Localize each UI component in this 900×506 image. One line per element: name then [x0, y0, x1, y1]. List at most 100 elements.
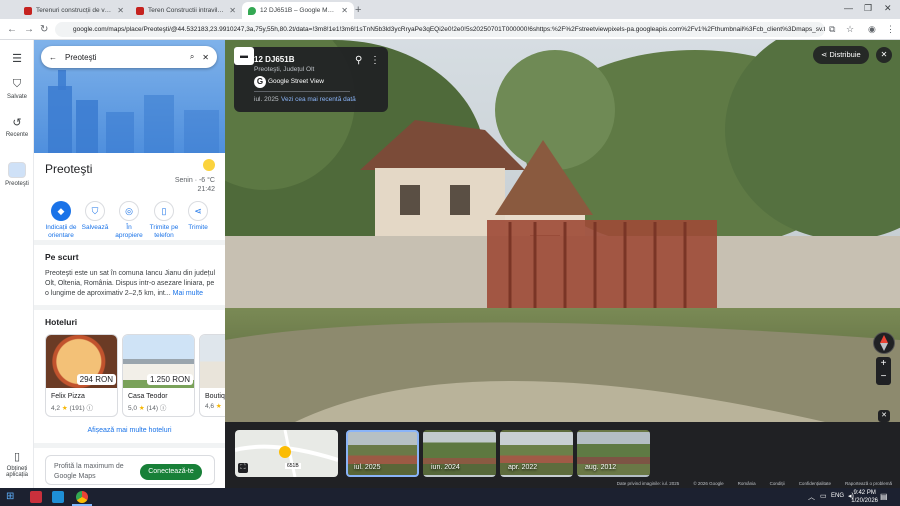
search-input[interactable]: Preoteşti: [65, 53, 182, 62]
hamburger-menu-icon[interactable]: ☰: [0, 52, 34, 68]
system-clock[interactable]: 9:42 PM 1/20/2026: [851, 489, 878, 505]
back-icon[interactable]: ←: [7, 24, 17, 35]
star-icon: ★: [138, 405, 145, 412]
provider-label: Google Street View: [268, 78, 324, 85]
rail-saved[interactable]: ⛉ Salvate: [0, 78, 34, 100]
weather-widget: Senin · -6 °C 21:42: [175, 159, 215, 194]
zoom-in-icon[interactable]: +: [876, 357, 891, 370]
info-icon: ⓘ: [159, 405, 167, 412]
share-icon: ⋖: [821, 50, 828, 59]
hotel-photo: [200, 335, 225, 388]
mini-map[interactable]: 651B ⛶: [235, 430, 338, 477]
timeline-thumb[interactable]: iul. 2025: [346, 430, 419, 477]
share-button[interactable]: ⋖ Trimite: [181, 201, 215, 232]
install-icon[interactable]: ⧉: [829, 24, 835, 35]
close-street-view-icon[interactable]: ✕: [876, 47, 892, 63]
minimize-icon[interactable]: —: [844, 3, 853, 13]
search-icon[interactable]: ⌕: [190, 52, 194, 62]
close-window-icon[interactable]: ✕: [884, 3, 892, 14]
history-icon: ↺: [12, 117, 22, 129]
address-bar-row: ← → ↻ google.com/maps/place/Preoteşti/@4…: [0, 19, 900, 40]
reload-icon[interactable]: ↻: [40, 24, 48, 35]
browser-tab-3[interactable]: 12 DJ651B – Google Maps ✕: [242, 2, 354, 19]
sign-in-button[interactable]: Conectează-te: [140, 464, 202, 480]
divider: [34, 240, 225, 245]
collapse-card-icon[interactable]: ▬: [234, 47, 254, 65]
language-indicator[interactable]: ENG: [831, 493, 844, 499]
hotel-card[interactable]: 294 RON Felix Pizza 4,2 ★ (191) ⓘ: [45, 334, 118, 417]
close-tab-icon[interactable]: ✕: [229, 6, 236, 15]
maps-side-rail: ☰ ⛉ Salvate ↺ Recente Preoteşti ▯ Obține…: [0, 40, 34, 488]
maximize-icon[interactable]: ❐: [864, 3, 872, 14]
timeline-thumb[interactable]: aug. 2012: [577, 430, 650, 477]
latest-date-link[interactable]: Vezi cea mai recentă dată: [281, 96, 356, 103]
back-arrow-icon[interactable]: ←: [49, 53, 57, 62]
tray-chevron-icon[interactable]: ︿: [808, 492, 815, 502]
zoom-control: + −: [876, 357, 891, 385]
browser-tab-2[interactable]: Teren Constructii intravilan de ✕: [130, 2, 242, 19]
place-thumbnail-icon: [8, 162, 26, 178]
imagery-date: Date privind imaginile: iul. 2025: [616, 481, 680, 486]
more-hotels-link[interactable]: Afișează mai multe hoteluri: [34, 427, 225, 434]
phone-icon: ▯: [154, 201, 174, 221]
divider: [34, 443, 225, 448]
hotel-card[interactable]: 1.250 RON Casa Teodor 5,0 ★ (14) ⓘ: [122, 334, 195, 417]
share-icon: ⋖: [188, 201, 208, 221]
imobiliare-icon: [136, 6, 144, 15]
profile-icon[interactable]: ◉: [868, 24, 876, 35]
road-number-label: 651B: [285, 463, 301, 469]
hotel-photo: 294 RON: [46, 335, 117, 388]
clear-search-icon[interactable]: ✕: [202, 53, 209, 62]
place-panel: ← Preoteşti ⌕ ✕ Preoteşti Senin · -6 °C …: [34, 40, 225, 488]
notifications-icon[interactable]: ▤: [880, 492, 888, 501]
star-icon: ★: [61, 405, 68, 412]
nearby-button[interactable]: ◎ În apropiere: [112, 201, 146, 240]
app-icon[interactable]: [30, 491, 42, 503]
more-link[interactable]: Mai multe: [173, 290, 203, 297]
close-timeline-icon[interactable]: ✕: [878, 410, 890, 422]
divider: [34, 305, 225, 310]
send-to-phone-button[interactable]: ▯ Trimite pe telefon: [147, 201, 181, 240]
timeline-thumb[interactable]: iun. 2024: [423, 430, 496, 477]
report-problem-link[interactable]: Raportează o problemă: [845, 480, 892, 488]
locality-label: Preoteşti, Județul Olt: [254, 66, 315, 73]
url-field[interactable]: google.com/maps/place/Preoteşti/@44.5321…: [55, 22, 825, 37]
app-icon[interactable]: [52, 491, 64, 503]
zoom-out-icon[interactable]: −: [876, 370, 891, 383]
hotel-card[interactable]: Boutiq 4,6 ★: [199, 334, 225, 417]
share-streetview-button[interactable]: ⋖ Distribuie: [813, 46, 869, 64]
rail-current-place[interactable]: Preoteşti: [0, 162, 34, 187]
directions-button[interactable]: ◆ Indicații de orientare: [44, 201, 78, 240]
terms-link[interactable]: Condiții: [770, 480, 785, 488]
directions-icon: ◆: [51, 201, 71, 221]
close-tab-icon[interactable]: ✕: [117, 6, 124, 15]
rail-recent[interactable]: ↺ Recente: [0, 116, 34, 138]
start-icon[interactable]: ⊞: [6, 491, 18, 503]
star-icon: ★: [215, 403, 222, 410]
search-box[interactable]: ← Preoteşti ⌕ ✕: [41, 46, 217, 68]
expand-icon[interactable]: ⛶: [238, 463, 248, 473]
browser-tab-1[interactable]: Terenuri construcții de vânzare ✕: [18, 2, 130, 19]
rail-get-app[interactable]: ▯ Obțineți aplicația: [0, 450, 34, 478]
bookmark-star-icon[interactable]: ☆: [846, 24, 854, 35]
compass-icon[interactable]: [873, 332, 895, 354]
chrome-icon[interactable]: [76, 491, 88, 503]
about-heading: Pe scurt: [45, 252, 79, 262]
new-tab-icon[interactable]: +: [355, 4, 361, 16]
timeline-thumb[interactable]: apr. 2022: [500, 430, 573, 477]
about-text: Preoteşti este un sat în comuna Iancu Ji…: [45, 270, 216, 297]
street-view-info-card: 12 DJ651B Preoteşti, Județul Olt ⚲ ⋮ G G…: [234, 47, 388, 112]
capture-date: iul. 2025: [254, 96, 279, 103]
hotels-heading: Hoteluri: [45, 317, 78, 327]
more-options-icon[interactable]: ⋮: [370, 55, 380, 66]
country-link[interactable]: România: [738, 480, 756, 488]
menu-icon[interactable]: ⋮: [886, 24, 895, 35]
network-icon[interactable]: ▭: [820, 492, 827, 500]
hotel-photo: 1.250 RON: [123, 335, 194, 388]
save-button[interactable]: ⛉ Salvează: [78, 201, 112, 232]
forward-icon[interactable]: →: [24, 24, 34, 35]
privacy-link[interactable]: Confidențialitate: [799, 480, 831, 488]
copyright: © 2026 Google: [693, 481, 724, 486]
close-tab-icon[interactable]: ✕: [341, 6, 348, 15]
location-pin-icon[interactable]: ⚲: [355, 55, 362, 66]
